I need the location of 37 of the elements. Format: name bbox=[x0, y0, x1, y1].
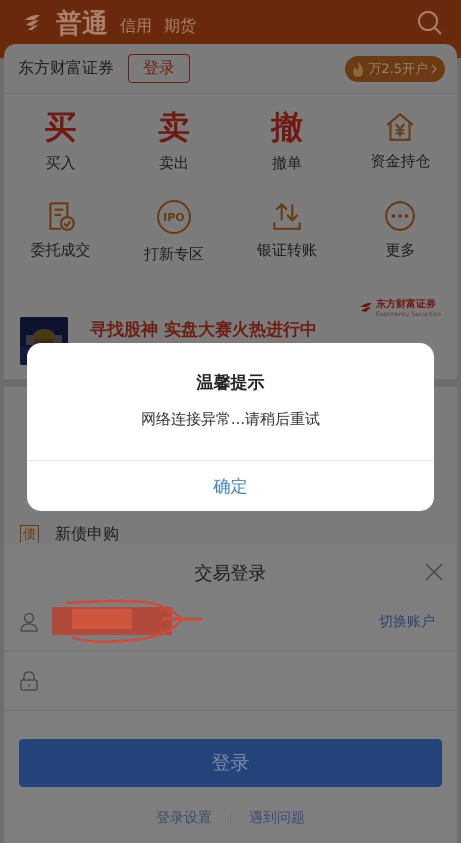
lock-icon bbox=[20, 671, 38, 691]
glyph-icon: 卖 bbox=[158, 110, 190, 146]
mode-tab[interactable]: 期货 bbox=[164, 16, 196, 37]
action-item[interactable]: 更多 bbox=[344, 199, 457, 264]
sheet-title: 交易登录 bbox=[194, 562, 266, 585]
login-submit-button[interactable]: 登录 bbox=[19, 739, 442, 787]
flame-icon bbox=[351, 60, 366, 76]
footer-link[interactable]: 遇到问题 bbox=[249, 809, 305, 827]
action-item[interactable]: 撤 撤单 bbox=[230, 110, 344, 173]
dialog-title: 温馨提示 bbox=[196, 372, 264, 394]
switch-account-link[interactable]: 切换账户 bbox=[373, 612, 441, 632]
action-item[interactable]: 卖 卖出 bbox=[117, 110, 230, 173]
brand-name: 东方财富证券 bbox=[376, 297, 436, 311]
mode-tab[interactable]: 普通 bbox=[56, 6, 108, 41]
glyph-icon: 买 bbox=[44, 110, 77, 146]
action-item[interactable]: 银证转账 bbox=[230, 199, 344, 264]
banner-headline[interactable]: 寻找股神 实盘大赛火热进行中 bbox=[90, 318, 441, 341]
action-item[interactable]: 资金持仓 bbox=[344, 110, 457, 173]
user-icon bbox=[20, 612, 38, 632]
mode-tab[interactable]: 信用 bbox=[120, 16, 152, 37]
search-icon[interactable] bbox=[417, 10, 443, 36]
action-item[interactable]: 买 买入 bbox=[4, 110, 118, 173]
ipo-icon: IPO bbox=[156, 200, 191, 234]
confirm-button[interactable]: 确定 bbox=[27, 460, 434, 511]
login-button[interactable]: 登录 bbox=[128, 54, 190, 83]
close-icon[interactable] bbox=[425, 563, 443, 581]
chevron-icon bbox=[431, 64, 437, 74]
promo-pill[interactable]: 万2.5开户 bbox=[345, 56, 445, 82]
glyph-icon: 撤 bbox=[271, 110, 304, 146]
dialog-message: 网络连接异常...请稍后重试 bbox=[140, 410, 320, 429]
more-icon bbox=[383, 199, 418, 233]
menu-item[interactable]: 新债申购 bbox=[55, 524, 119, 545]
brand-logo-icon bbox=[359, 302, 373, 314]
action-item[interactable]: 委托成交 bbox=[4, 199, 118, 264]
broker-name: 东方财富证券 bbox=[18, 58, 114, 79]
footer-link[interactable]: 登录设置 bbox=[156, 809, 212, 827]
action-item[interactable]: IPO 打新专区 bbox=[117, 199, 230, 264]
